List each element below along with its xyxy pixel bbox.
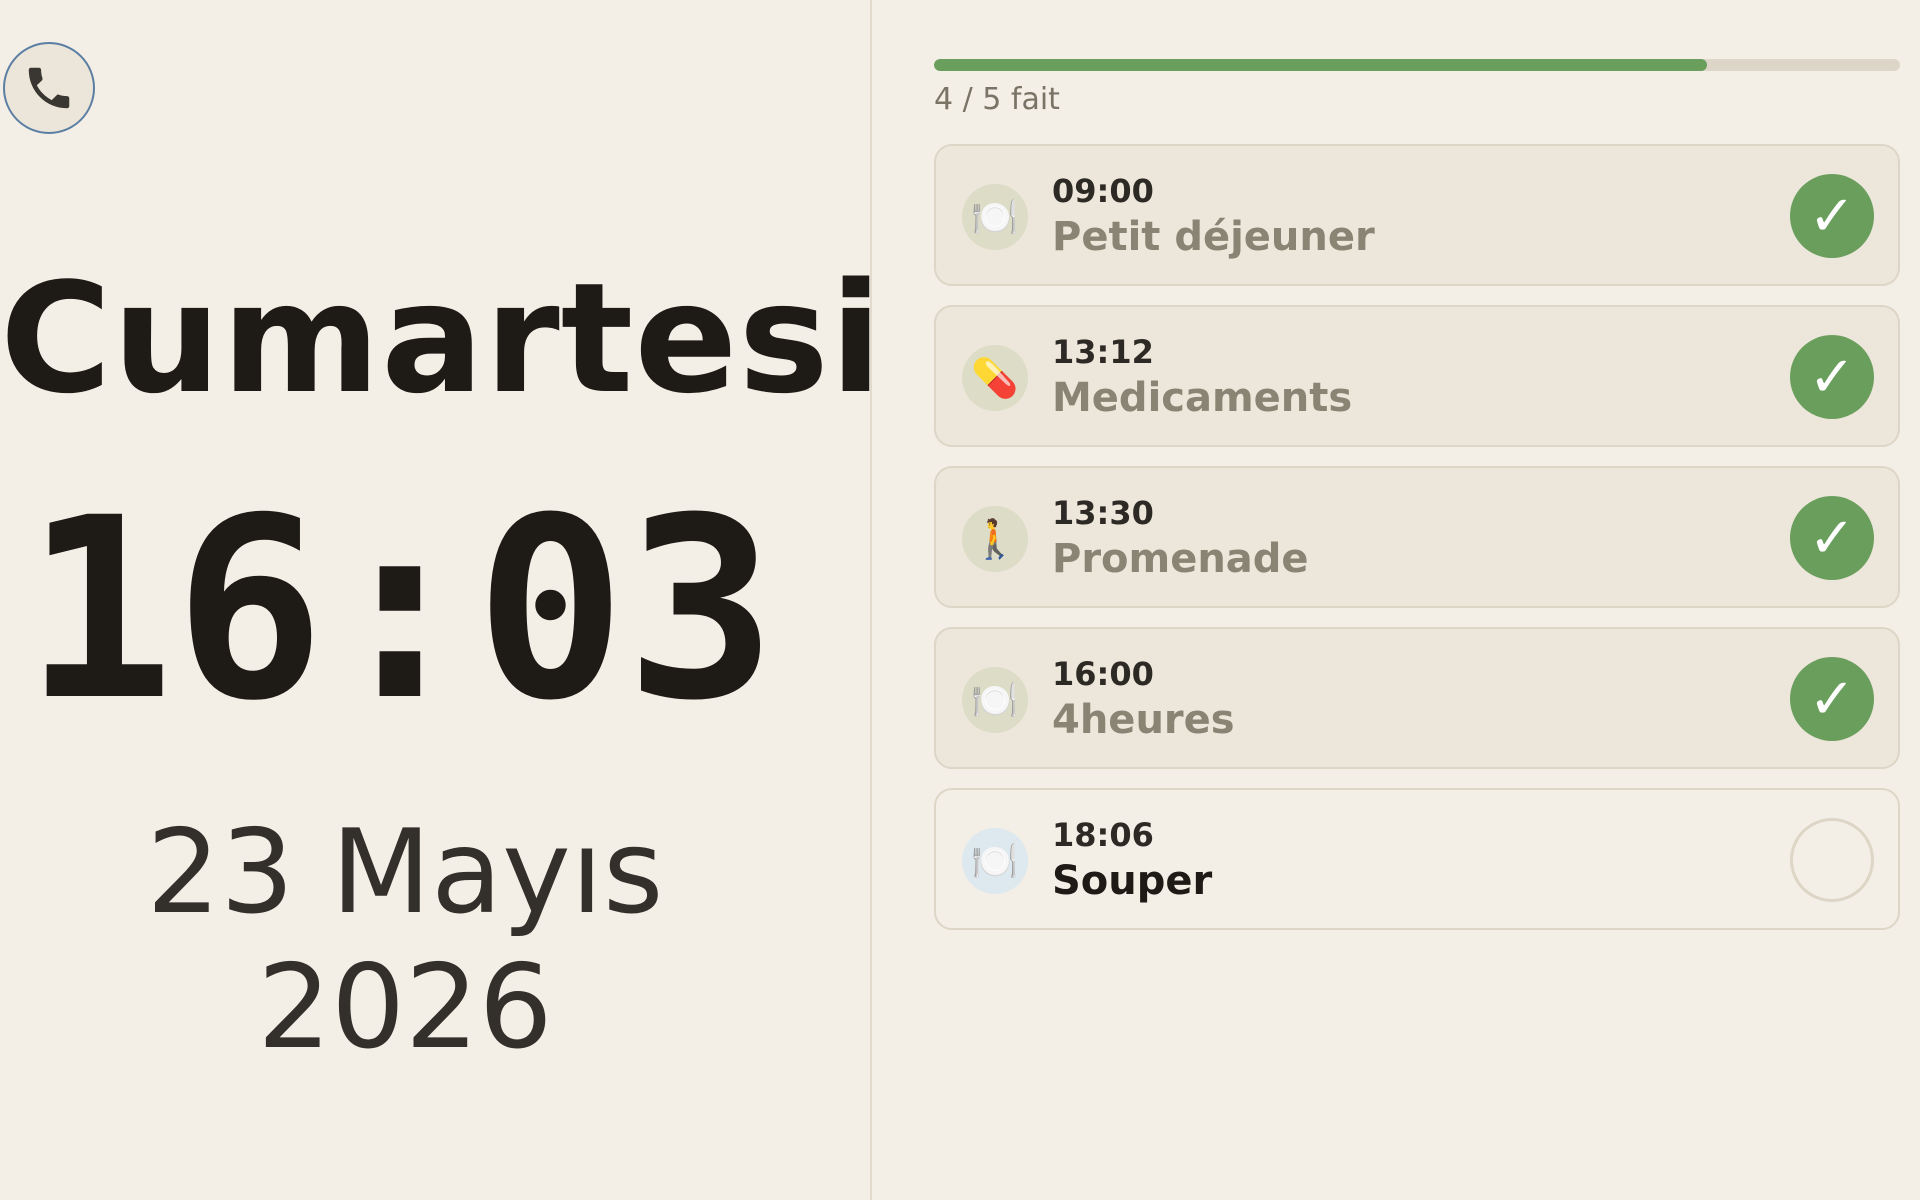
task-time: 18:06 <box>1052 816 1154 854</box>
check-pending-button[interactable] <box>1790 818 1874 902</box>
meal-icon: 🍽️ <box>962 667 1028 733</box>
day-of-week: Cumartesi <box>0 250 883 427</box>
current-date: 23 Mayıs 2026 <box>146 805 664 1075</box>
app-root: Cumartesi 16:03 23 Mayıs 2026 4 / 5 fait… <box>0 0 1920 1200</box>
task-time: 16:00 <box>1052 655 1154 693</box>
pill-icon: 💊 <box>962 345 1028 411</box>
task-card[interactable]: 🍽️ 18:06 Souper <box>934 788 1900 930</box>
task-list: 🍽️ 09:00 Petit déjeuner ✓ 💊 13:12 Medicaments ✓… <box>934 144 1900 949</box>
task-label: Souper <box>1052 858 1213 904</box>
check-done-button[interactable]: ✓ <box>1790 496 1874 580</box>
current-time: 16:03 <box>23 464 777 755</box>
checkmark-icon: ✓ <box>1808 183 1856 249</box>
checkmark-icon: ✓ <box>1808 505 1856 571</box>
progress-fill <box>934 59 1707 71</box>
task-time: 13:12 <box>1052 333 1154 371</box>
checkmark-icon: ✓ <box>1808 344 1856 410</box>
progress-bar <box>934 59 1900 71</box>
check-done-button[interactable]: ✓ <box>1790 657 1874 741</box>
task-label: Medicaments <box>1052 375 1353 421</box>
walk-icon: 🚶 <box>962 506 1028 572</box>
task-label: 4heures <box>1052 697 1235 743</box>
meal-icon: 🍽️ <box>962 184 1028 250</box>
task-label: Petit déjeuner <box>1052 214 1375 260</box>
check-done-button[interactable]: ✓ <box>1790 335 1874 419</box>
check-done-button[interactable]: ✓ <box>1790 174 1874 258</box>
task-card[interactable]: 🍽️ 09:00 Petit déjeuner ✓ <box>934 144 1900 286</box>
task-time: 09:00 <box>1052 172 1154 210</box>
task-time: 13:30 <box>1052 494 1154 532</box>
clock-panel: Cumartesi 16:03 23 Mayıs 2026 <box>0 0 883 1200</box>
meal-icon: 🍽️ <box>962 828 1028 894</box>
phone-icon <box>28 67 70 109</box>
checkmark-icon: ✓ <box>1808 666 1856 732</box>
task-card[interactable]: 🍽️ 16:00 4heures ✓ <box>934 627 1900 769</box>
task-label: Promenade <box>1052 536 1309 582</box>
task-card[interactable]: 💊 13:12 Medicaments ✓ <box>934 305 1900 447</box>
progress-label: 4 / 5 fait <box>934 82 1060 117</box>
task-card[interactable]: 🚶 13:30 Promenade ✓ <box>934 466 1900 608</box>
call-button[interactable] <box>3 42 95 134</box>
